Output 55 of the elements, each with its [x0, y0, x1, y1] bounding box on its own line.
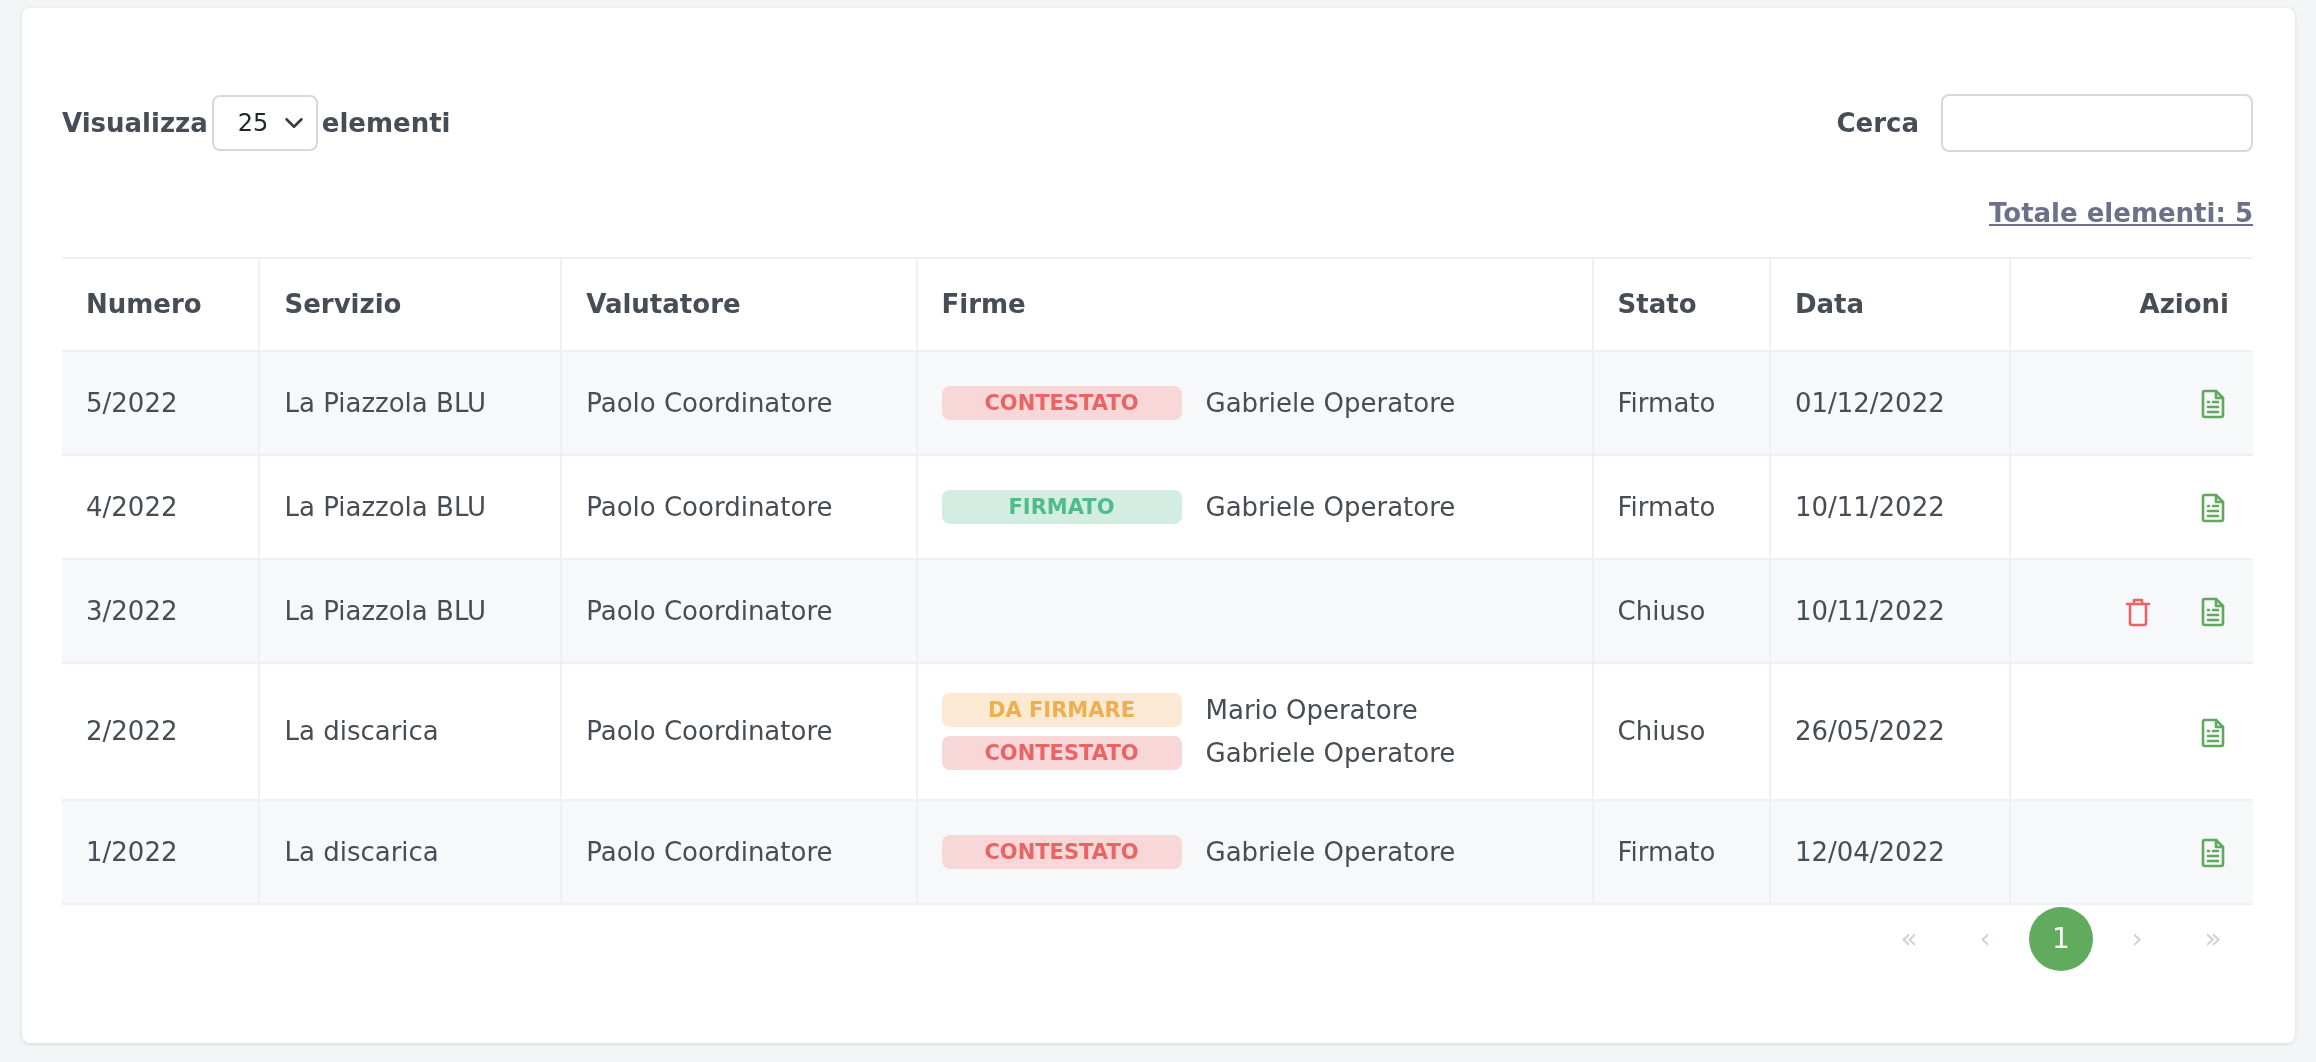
table-cell: 12/04/2022 [1794, 836, 1945, 867]
column-header: Azioni [2139, 289, 2229, 319]
page-button[interactable]: 1 [2029, 907, 2093, 971]
table-cell: La discarica [284, 836, 439, 867]
document-icon[interactable] [2201, 838, 2225, 868]
table-cell: 1/2022 [86, 836, 178, 867]
table-cell: La Piazzola BLU [284, 387, 487, 418]
table-cell: 01/12/2022 [1794, 387, 1945, 418]
search-label: Cerca [1836, 106, 1919, 140]
document-icon[interactable] [2201, 389, 2225, 419]
table-cell: Firmato [1617, 491, 1716, 522]
table-cell: Firmato [1617, 387, 1716, 418]
table-cell: Paolo Coordinatore [586, 595, 833, 626]
table-cell: 10/11/2022 [1794, 595, 1945, 626]
signer-name: Gabriele Operatore [1205, 490, 1456, 524]
table-cell: La Piazzola BLU [284, 595, 487, 626]
table-cell: Paolo Coordinatore [586, 387, 833, 418]
status-badge: CONTESTATO [941, 835, 1182, 869]
signer-name: Gabriele Operatore [1205, 835, 1456, 869]
table-cell: Paolo Coordinatore [586, 716, 833, 746]
table-cell: Chiuso [1617, 716, 1706, 746]
document-icon[interactable] [2201, 717, 2225, 748]
table-cell: La discarica [284, 716, 439, 746]
status-badge: FIRMATO [941, 490, 1182, 524]
document-icon[interactable] [2201, 597, 2225, 627]
column-header: Valutatore [586, 289, 741, 319]
column-header: Stato [1617, 289, 1697, 319]
table-cell: Firmato [1617, 836, 1716, 867]
table-cell: 4/2022 [86, 491, 178, 522]
table-cell: 5/2022 [86, 387, 178, 418]
table-cell: 26/05/2022 [1794, 716, 1945, 746]
signer-name: Gabriele Operatore [1205, 386, 1456, 420]
entries-label: elementi [321, 106, 451, 140]
show-label: Visualizza [62, 106, 208, 140]
table-cell: Chiuso [1617, 595, 1706, 626]
status-badge: CONTESTATO [941, 736, 1182, 770]
status-badge: DA FIRMARE [941, 693, 1182, 727]
status-badge: CONTESTATO [941, 386, 1182, 420]
column-header: Servizio [284, 289, 402, 319]
table-cell: Paolo Coordinatore [586, 491, 833, 522]
search-field[interactable] [1941, 94, 2253, 152]
page-size-select[interactable]: 25 [211, 95, 318, 151]
column-header: Data [1794, 289, 1864, 319]
column-header: Numero [86, 289, 202, 319]
column-header: Firme [941, 289, 1026, 319]
document-icon[interactable] [2201, 493, 2225, 523]
table-cell: 3/2022 [86, 595, 178, 626]
table-cell: Paolo Coordinatore [586, 836, 833, 867]
trash-icon[interactable] [2125, 597, 2151, 627]
signer-name: Gabriele Operatore [1205, 736, 1456, 770]
signer-name: Mario Operatore [1205, 693, 1418, 727]
table-cell: 2/2022 [86, 716, 178, 746]
table-cell: La Piazzola BLU [284, 491, 487, 522]
total-items-link[interactable]: Totale elementi: 5 [1989, 194, 2253, 233]
table-cell: 10/11/2022 [1794, 491, 1945, 522]
